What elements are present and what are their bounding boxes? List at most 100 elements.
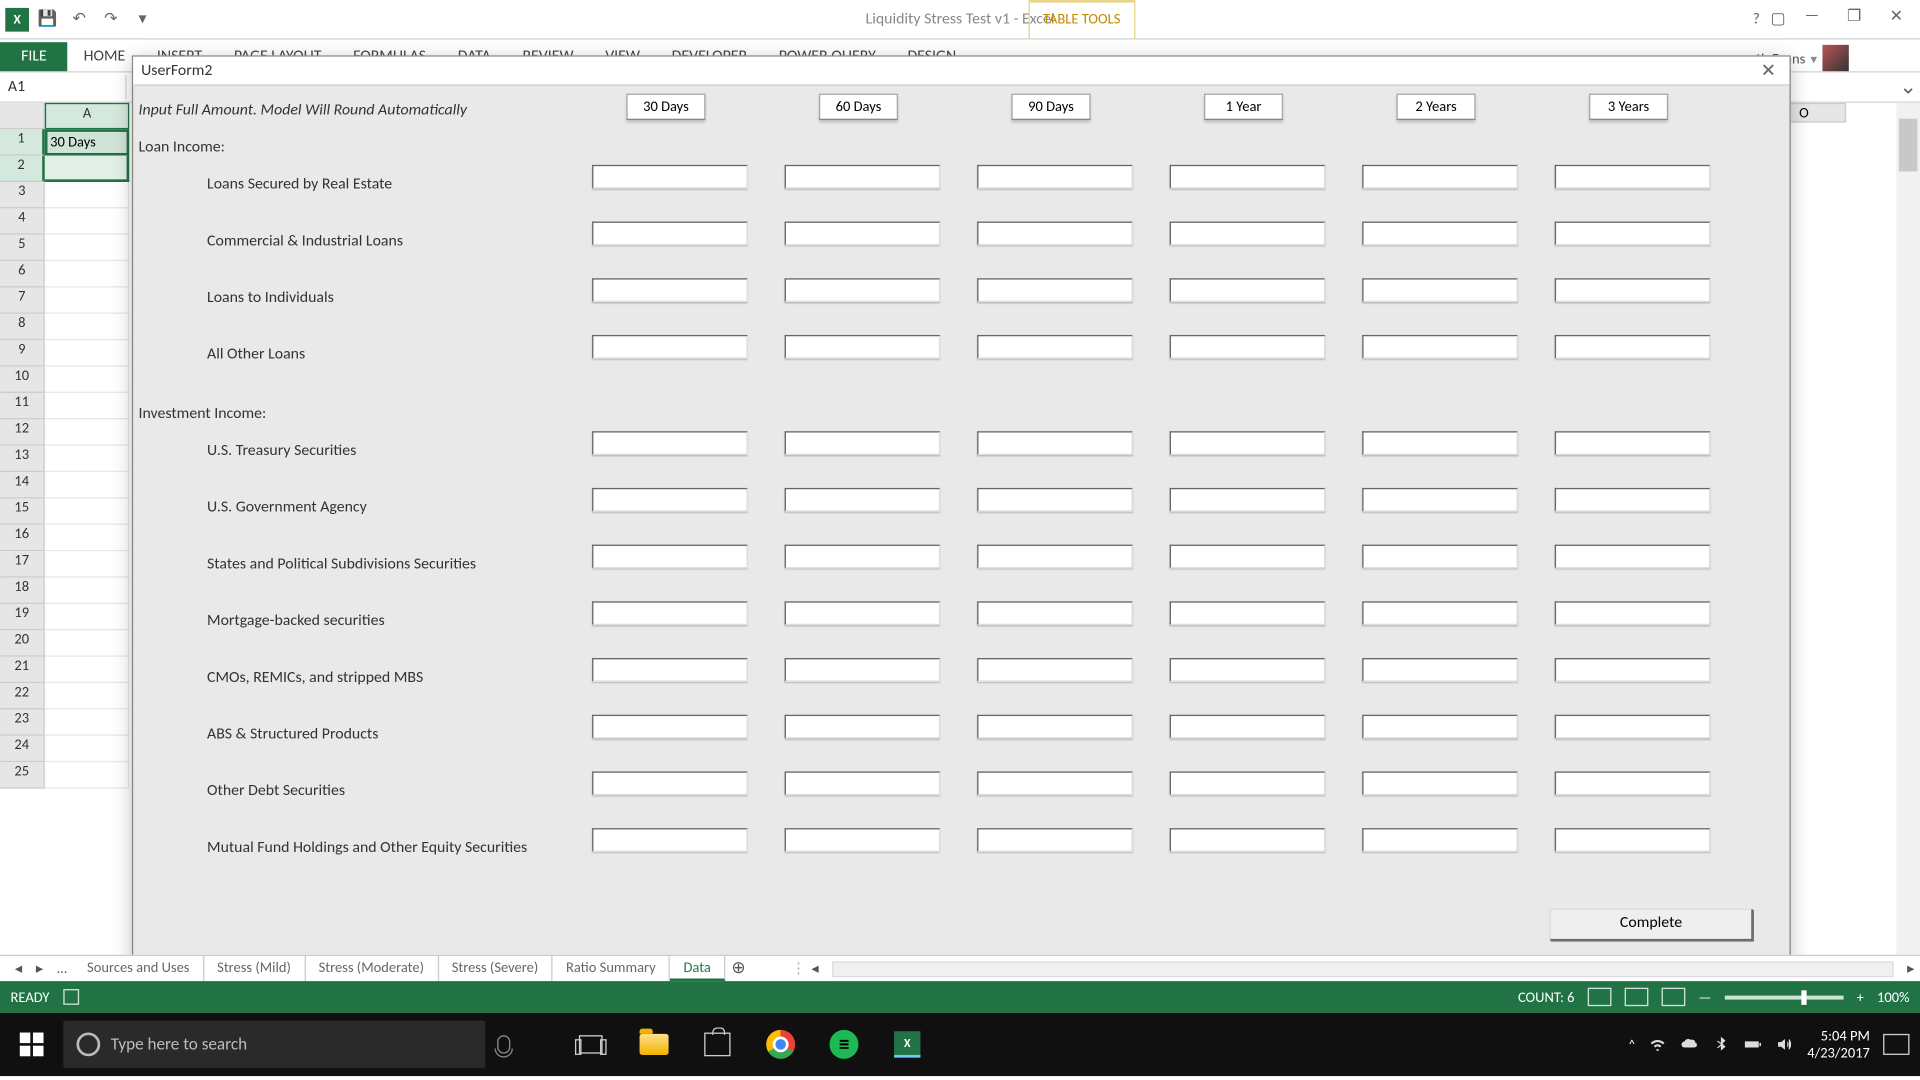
view-page-break[interactable] [1662,988,1686,1006]
amount-input[interactable] [1170,545,1326,569]
zoom-level[interactable]: 100% [1877,988,1909,1005]
row-header[interactable]: 25 [0,762,45,788]
amount-input[interactable] [1362,165,1518,189]
cell[interactable] [45,367,129,393]
cell[interactable] [45,472,129,498]
amount-input[interactable] [1555,488,1711,512]
tab-scroll-left[interactable]: ◂ [8,960,29,977]
cell[interactable] [45,235,129,261]
amount-input[interactable] [1362,601,1518,625]
amount-input[interactable] [1555,431,1711,455]
row-header[interactable]: 6 [0,261,45,287]
row-header[interactable]: 17 [0,551,45,577]
cell[interactable]: 30 Days [45,129,129,155]
tray-overflow[interactable]: ˄ [1628,1036,1636,1053]
amount-input[interactable] [785,658,941,682]
cell[interactable] [45,340,129,366]
hscroll-right[interactable]: ▸ [1902,960,1920,977]
amount-input[interactable] [785,222,941,246]
amount-input[interactable] [785,771,941,795]
name-box[interactable]: A1 [0,75,127,99]
volume-icon[interactable] [1776,1035,1794,1053]
onedrive-icon[interactable] [1681,1035,1699,1053]
amount-input[interactable] [592,222,748,246]
file-tab[interactable]: FILE [0,42,68,71]
amount-input[interactable] [785,828,941,852]
row-header[interactable]: 15 [0,498,45,524]
amount-input[interactable] [785,601,941,625]
amount-input[interactable] [785,335,941,359]
new-sheet-button[interactable]: ⊕ [725,959,751,979]
row-header[interactable]: 1 [0,129,45,155]
amount-input[interactable] [1170,335,1326,359]
amount-input[interactable] [785,278,941,302]
row-header[interactable]: 14 [0,472,45,498]
zoom-out[interactable]: — [1698,988,1711,1005]
account-avatar[interactable] [1822,45,1848,71]
amount-input[interactable] [1362,545,1518,569]
vertical-scrollbar[interactable] [1896,103,1920,955]
amount-input[interactable] [977,431,1133,455]
spotify-button[interactable]: ≡ [815,1013,873,1076]
row-header[interactable]: 24 [0,736,45,762]
amount-input[interactable] [1362,278,1518,302]
system-clock[interactable]: 5:04 PM 4/23/2017 [1807,1027,1870,1062]
row-header[interactable]: 13 [0,446,45,472]
row-header[interactable]: 4 [0,208,45,234]
amount-input[interactable] [1170,488,1326,512]
amount-input[interactable] [1555,222,1711,246]
cell[interactable] [45,525,129,551]
row-header[interactable]: 7 [0,287,45,313]
ribbon-tab-home[interactable]: HOME [68,42,141,71]
cell[interactable] [45,261,129,287]
minimize-button[interactable]: — [1796,6,1828,32]
row-header[interactable]: 11 [0,393,45,419]
cell[interactable] [45,393,129,419]
amount-input[interactable] [592,488,748,512]
row-header[interactable]: 5 [0,235,45,261]
row-header[interactable]: 20 [0,630,45,656]
store-button[interactable] [688,1013,746,1076]
cell[interactable] [45,736,129,762]
amount-input[interactable] [785,431,941,455]
amount-input[interactable] [1170,658,1326,682]
file-explorer-button[interactable] [625,1013,683,1076]
complete-button[interactable]: Complete [1549,909,1752,941]
amount-input[interactable] [1362,771,1518,795]
amount-input[interactable] [785,488,941,512]
tab-scroll-right[interactable]: ▸ [29,960,50,977]
row-header[interactable]: 2 [0,156,45,182]
battery-icon[interactable] [1744,1035,1762,1053]
cell[interactable] [45,762,129,788]
cell[interactable] [45,446,129,472]
amount-input[interactable] [1555,715,1711,739]
sheet-tab[interactable]: Ratio Summary [553,956,671,981]
amount-input[interactable] [1362,335,1518,359]
hscroll-left[interactable]: ◂ [806,960,824,977]
amount-input[interactable] [1362,431,1518,455]
sheet-tab[interactable]: Stress (Severe) [439,956,553,981]
row-header[interactable]: 9 [0,340,45,366]
start-button[interactable] [0,1013,63,1076]
cell[interactable] [45,498,129,524]
amount-input[interactable] [977,828,1133,852]
task-view-button[interactable] [562,1013,620,1076]
cell[interactable] [45,182,129,208]
tab-scroll-more[interactable]: … [50,960,74,977]
amount-input[interactable] [592,658,748,682]
amount-input[interactable] [592,601,748,625]
cell[interactable] [45,156,129,182]
sheet-tab[interactable]: Data [670,956,725,981]
amount-input[interactable] [977,165,1133,189]
row-header[interactable]: 8 [0,314,45,340]
cell[interactable] [45,578,129,604]
amount-input[interactable] [785,715,941,739]
zoom-in[interactable]: + [1857,988,1864,1005]
amount-input[interactable] [977,545,1133,569]
amount-input[interactable] [1170,222,1326,246]
amount-input[interactable] [977,601,1133,625]
wifi-icon[interactable] [1649,1035,1667,1053]
cell[interactable] [45,314,129,340]
qat-customize[interactable]: ▾ [129,6,155,32]
amount-input[interactable] [977,771,1133,795]
